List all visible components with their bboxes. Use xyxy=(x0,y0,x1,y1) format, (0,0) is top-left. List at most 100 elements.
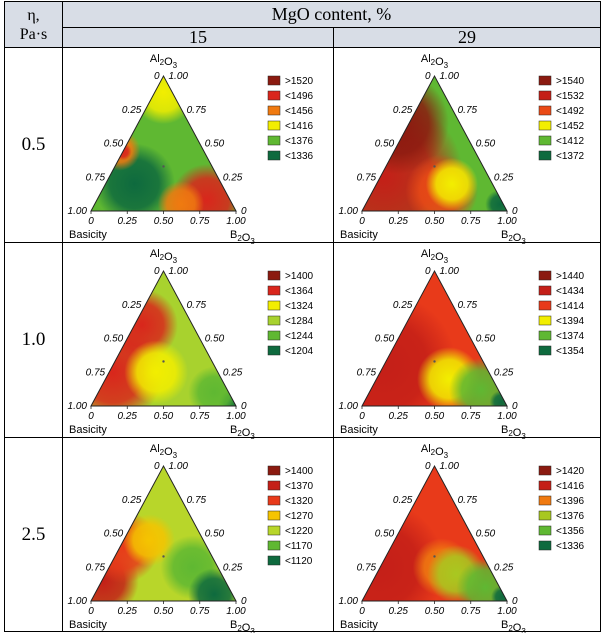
corner-label-al2o3: Al2O3 xyxy=(421,248,449,265)
legend-swatch xyxy=(267,270,281,281)
legend-swatch xyxy=(538,90,552,101)
center-marker xyxy=(162,555,165,558)
legend-label: <1324 xyxy=(285,301,314,312)
tick-label-bottom: 0 xyxy=(88,606,94,617)
tick-label-bottom: 0.75 xyxy=(190,216,210,227)
tick-label-bottom: 0.25 xyxy=(118,606,138,617)
legend-label: <1370 xyxy=(285,481,314,492)
tick-label-right: 0 xyxy=(512,206,518,217)
legend-label: <1374 xyxy=(556,331,585,342)
tick-label-bottom: 0.50 xyxy=(425,411,445,422)
tick-label-left: 1.00 xyxy=(68,596,88,607)
legend-swatch xyxy=(538,465,552,476)
tick-label-right: 0 xyxy=(241,596,247,607)
legend-swatch xyxy=(267,105,281,116)
corner-label-al2o3: Al2O3 xyxy=(421,53,449,70)
corner-label-basicity: Basicity xyxy=(340,619,378,631)
field-region xyxy=(124,340,189,405)
legend-swatch xyxy=(538,510,552,521)
ternary-panel-r2-c1: 0 0.25 0.50 0.75 1.001.000.750.500.250 1.000.… xyxy=(339,443,585,633)
legend-label: >1540 xyxy=(556,76,585,87)
tick-label-right: 0.75 xyxy=(458,300,478,311)
legend-label: <1434 xyxy=(556,286,585,297)
legend-swatch xyxy=(267,150,281,161)
tick-label-bottom: 0.75 xyxy=(461,411,481,422)
tick-label-left: 0.50 xyxy=(375,529,395,540)
corner-label-basicity: Basicity xyxy=(340,424,378,436)
tick-label-bottom: 1.00 xyxy=(226,411,246,422)
legend-swatch xyxy=(538,540,552,551)
legend-swatch xyxy=(267,525,281,536)
tick-label-right: 0.50 xyxy=(476,139,496,150)
tick-label-left: 0 xyxy=(154,71,160,82)
legend-swatch xyxy=(538,150,552,161)
legend-label: <1396 xyxy=(556,496,585,507)
tick-label-left: 0.75 xyxy=(86,562,106,573)
tick-label-right: 0.25 xyxy=(223,367,243,378)
tick-label-bottom: 0.50 xyxy=(154,606,174,617)
center-marker xyxy=(162,165,165,168)
tick-label-left: 1.00 xyxy=(339,401,359,412)
tick-label-right: 0.75 xyxy=(187,105,207,116)
contour-field xyxy=(362,271,507,406)
legend-swatch xyxy=(267,75,281,86)
corner-label-al2o3: Al2O3 xyxy=(150,53,178,70)
tick-label-bottom: 0 xyxy=(88,216,94,227)
tick-label-left: 0.50 xyxy=(375,334,395,345)
legend-label: <1414 xyxy=(556,301,585,312)
tick-label-left: 0.50 xyxy=(104,529,124,540)
tick-label-bottom: 1.00 xyxy=(497,411,517,422)
tick-label-left: 0.25 xyxy=(393,300,413,311)
ternary-panel-r1-c1: 0 0.25 0.50 0.75 1.001.000.750.500.250 1.000.… xyxy=(339,248,585,441)
legend-swatch xyxy=(538,330,552,341)
legend-label: <1284 xyxy=(285,316,314,327)
legend-swatch xyxy=(267,120,281,131)
tick-label-right: 0.50 xyxy=(205,529,225,540)
center-marker xyxy=(433,555,436,558)
legend-label: <1356 xyxy=(556,526,585,537)
legend-swatch xyxy=(267,285,281,296)
legend-swatch xyxy=(267,510,281,521)
corner-label-basicity: Basicity xyxy=(69,424,107,436)
legend-label: <1220 xyxy=(285,526,314,537)
tick-label-left: 0 xyxy=(425,266,431,277)
legend-label: <1456 xyxy=(285,106,314,117)
tick-label-left: 0.25 xyxy=(122,105,142,116)
ternary-panel-r1-c0: 0 0.25 0.50 0.75 1.001.000.750.500.250 1.000.… xyxy=(68,248,314,441)
legend-swatch xyxy=(538,315,552,326)
legend-swatch xyxy=(267,555,281,566)
tick-label-right: 0 xyxy=(512,401,518,412)
tick-label-bottom: 1.00 xyxy=(497,216,517,227)
legend-label: <1412 xyxy=(556,136,585,147)
tick-label-left: 0 xyxy=(425,461,431,472)
tick-label-left: 0.50 xyxy=(104,334,124,345)
legend-swatch xyxy=(267,465,281,476)
tick-label-right: 0.25 xyxy=(223,562,243,573)
legend-swatch xyxy=(538,120,552,131)
legend-swatch xyxy=(538,105,552,116)
legend-label: <1336 xyxy=(556,541,585,552)
legend-label: <1452 xyxy=(556,121,585,132)
tick-label-right: 0.50 xyxy=(476,334,496,345)
tick-label-left: 0.75 xyxy=(357,172,377,183)
legend-label: <1120 xyxy=(285,556,313,567)
tick-label-bottom: 1.00 xyxy=(226,216,246,227)
tick-label-right: 0.75 xyxy=(458,495,478,506)
legend-swatch xyxy=(538,285,552,296)
tick-label-right: 0.50 xyxy=(205,139,225,150)
tick-label-left: 0.75 xyxy=(357,367,377,378)
tick-label-bottom: 0 xyxy=(88,411,94,422)
tick-label-bottom: 0.50 xyxy=(425,216,445,227)
center-marker xyxy=(433,165,436,168)
tick-label-right: 0.25 xyxy=(494,367,514,378)
tick-label-bottom: 0 xyxy=(359,411,365,422)
tick-label-left: 1.00 xyxy=(68,206,88,217)
tick-label-left: 0.25 xyxy=(393,105,413,116)
legend-swatch xyxy=(267,135,281,146)
corner-label-basicity: Basicity xyxy=(69,619,107,631)
legend-label: <1270 xyxy=(285,511,314,522)
tick-label-right: 0.25 xyxy=(494,172,514,183)
legend-swatch xyxy=(267,540,281,551)
tick-label-right: 0.75 xyxy=(187,300,207,311)
corner-label-b2o3: B2O3 xyxy=(501,619,526,633)
